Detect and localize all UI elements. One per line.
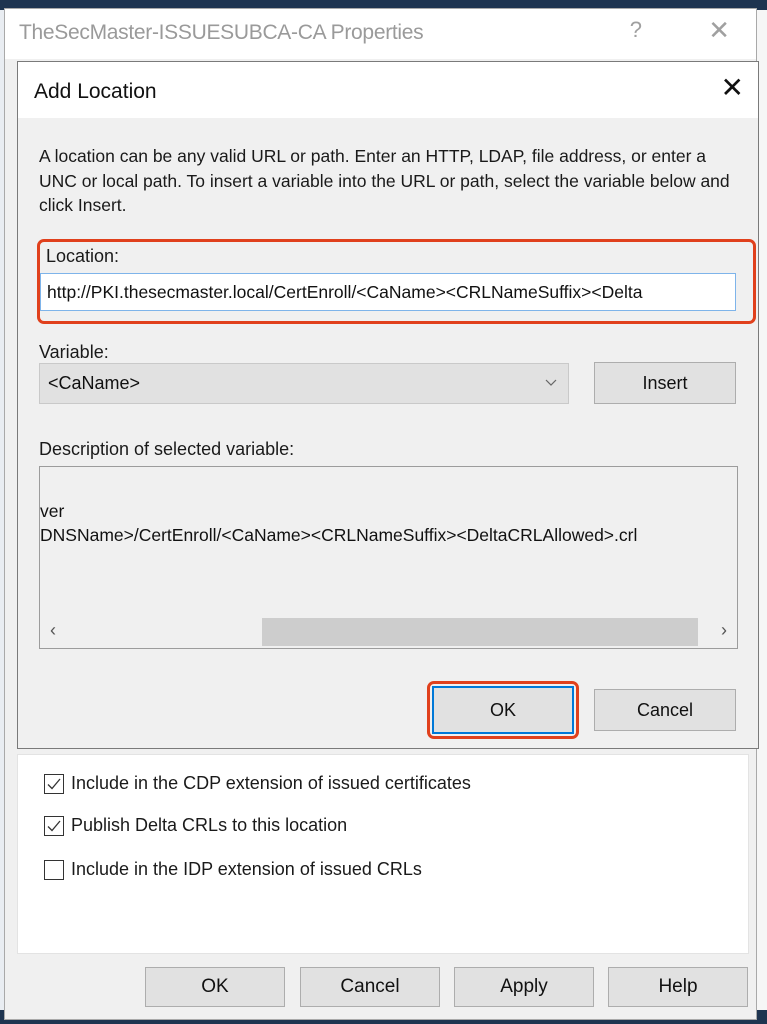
dialog-titlebar: Add Location ✕ [18,62,758,118]
publication-options-panel: Include in the CDP extension of issued c… [17,754,749,954]
variable-description-line: ver [40,501,65,521]
horizontal-scrollbar[interactable]: ‹ › [42,616,735,646]
location-input[interactable]: http://PKI.thesecmaster.local/CertEnroll… [40,273,736,311]
checkbox-row-cdp[interactable]: Include in the CDP extension of issued c… [44,773,471,794]
close-icon[interactable]: ✕ [721,74,744,102]
checkbox-label: Include in the CDP extension of issued c… [71,773,471,793]
location-label: Location: [46,246,120,266]
dialog-instructions: A location can be any valid URL or path.… [39,146,730,215]
dialog-ok-button[interactable]: OK [432,686,574,734]
checkbox-cdp[interactable] [44,773,64,794]
checkbox-row-delta[interactable]: Publish Delta CRLs to this location [44,815,347,836]
checkmark-icon [47,778,61,789]
variable-selected-value: <CaName> [48,373,141,393]
checkbox-label: Publish Delta CRLs to this location [71,815,348,835]
chevron-down-icon [545,379,557,386]
properties-ok-button[interactable]: OK [145,967,285,1007]
location-input-value: http://PKI.thesecmaster.local/CertEnroll… [47,281,643,302]
properties-help-button[interactable]: Help [608,967,748,1007]
checkbox-label: Include in the IDP extension of issued C… [71,859,422,879]
close-icon[interactable]: ✕ [708,17,730,43]
variable-description-box: ver DNSName>/CertEnroll/<CaName><CRLName… [39,466,738,649]
variable-description-label: Description of selected variable: [39,439,295,459]
dialog-cancel-button[interactable]: Cancel [594,689,736,731]
checkmark-icon [47,820,61,831]
properties-cancel-button[interactable]: Cancel [300,967,440,1007]
variable-label: Variable: [39,342,109,362]
help-icon[interactable]: ? [630,17,642,43]
scrollbar-thumb[interactable] [262,618,698,646]
variable-dropdown[interactable]: <CaName> [39,363,569,404]
variable-description-line: DNSName>/CertEnroll/<CaName><CRLNameSuff… [40,525,638,545]
dialog-title: Add Location [34,80,157,103]
scroll-left-icon[interactable]: ‹ [50,620,56,641]
insert-button[interactable]: Insert [594,362,736,404]
checkbox-idp[interactable] [44,859,64,880]
add-location-dialog: Add Location ✕ A location can be any val… [17,61,759,749]
checkbox-publish-delta[interactable] [44,815,64,836]
properties-apply-button[interactable]: Apply [454,967,594,1007]
properties-titlebar: TheSecMaster-ISSUESUBCA-CA Properties ? … [5,9,756,59]
checkbox-row-idp[interactable]: Include in the IDP extension of issued C… [44,859,422,880]
properties-window-title: TheSecMaster-ISSUESUBCA-CA Properties [19,21,424,44]
scroll-right-icon[interactable]: › [721,620,727,641]
